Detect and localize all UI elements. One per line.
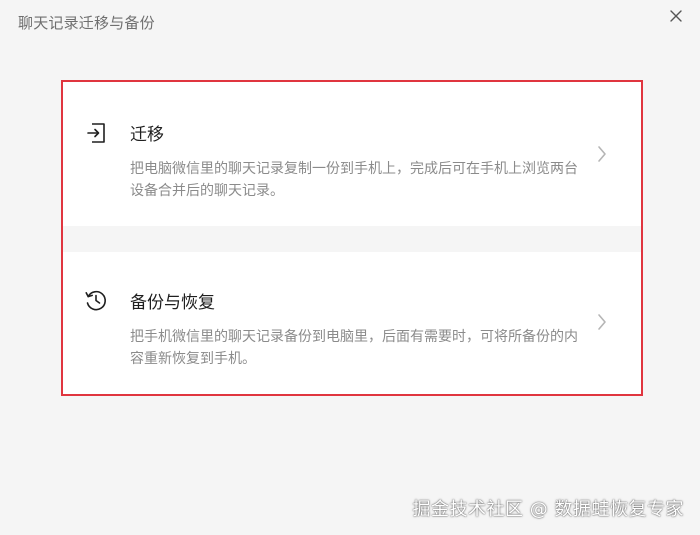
backup-restore-title: 备份与恢复 xyxy=(130,293,215,313)
migrate-title: 迁移 xyxy=(130,125,164,145)
window-title: 聊天记录迁移与备份 xyxy=(18,14,155,32)
chevron-right-icon xyxy=(598,146,606,162)
close-icon xyxy=(670,10,682,22)
close-button[interactable] xyxy=(666,6,686,26)
history-icon xyxy=(85,290,106,311)
backup-restore-option[interactable]: 备份与恢复 把手机微信里的聊天记录备份到电脑里，后面有需要时，可将所备份的内容重… xyxy=(63,252,641,394)
backup-restore-description: 把手机微信里的聊天记录备份到电脑里，后面有需要时，可将所备份的内容重新恢复到手机… xyxy=(130,329,578,367)
options-highlight-box: 迁移 把电脑微信里的聊天记录复制一份到手机上，完成后可在手机上浏览两台设备合并后… xyxy=(61,80,643,396)
migrate-icon xyxy=(87,123,105,143)
chevron-right-icon xyxy=(598,314,606,330)
migrate-option[interactable]: 迁移 把电脑微信里的聊天记录复制一份到手机上，完成后可在手机上浏览两台设备合并后… xyxy=(63,82,641,226)
migrate-description: 把电脑微信里的聊天记录复制一份到手机上，完成后可在手机上浏览两台设备合并后的聊天… xyxy=(130,161,578,199)
watermark: 掘金技术社区 @ 数据蛙恢复专家 xyxy=(412,499,684,520)
